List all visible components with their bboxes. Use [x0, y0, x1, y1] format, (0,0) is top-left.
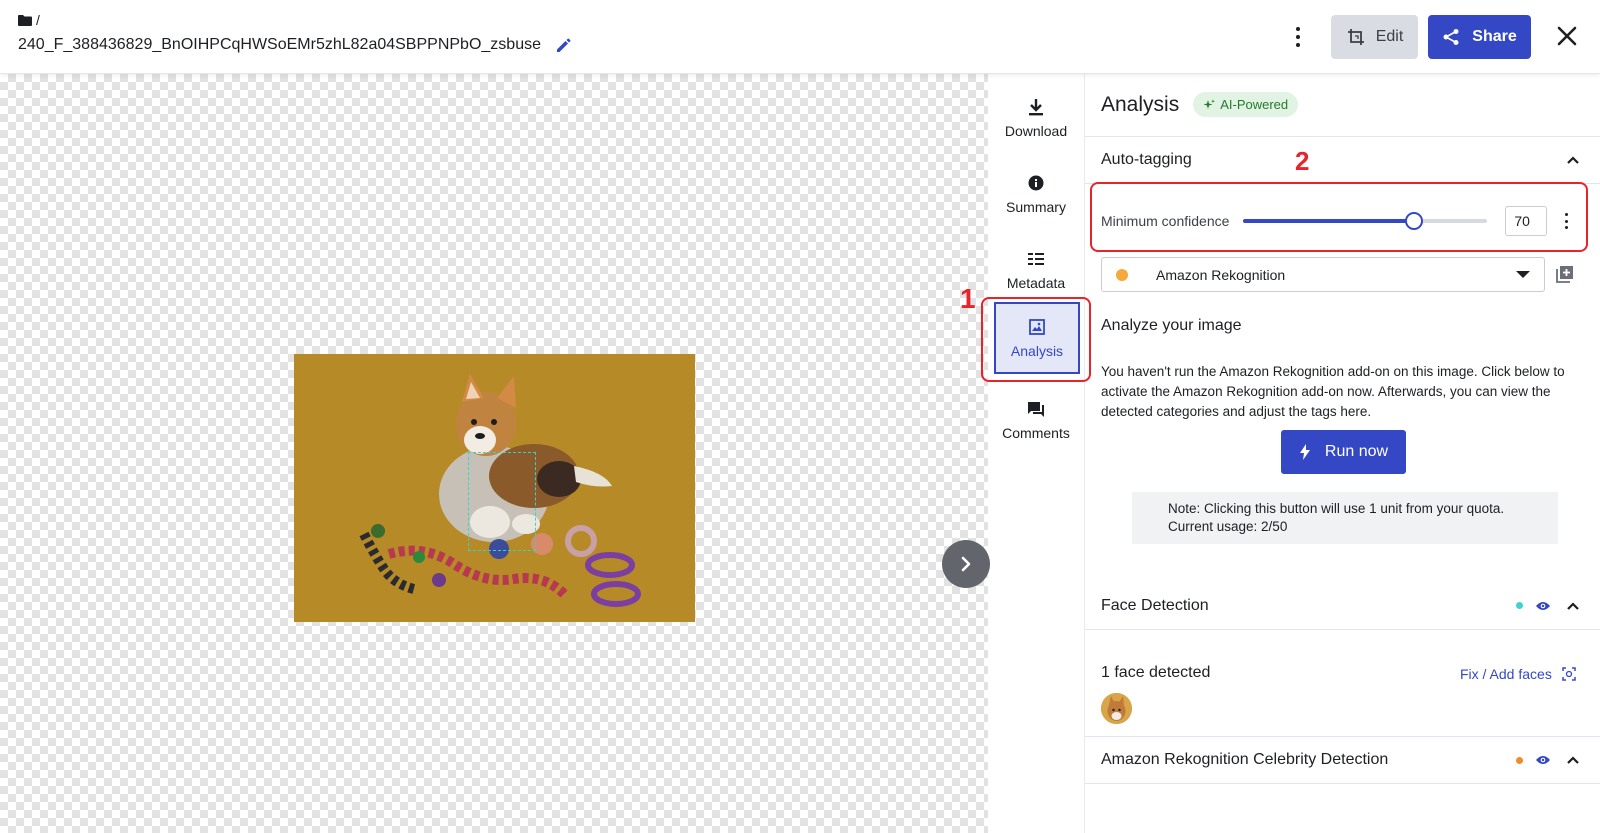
- more-options-button[interactable]: [1286, 24, 1310, 50]
- face-scan-icon: [1562, 667, 1576, 681]
- kebab-dot-icon: [1564, 213, 1568, 216]
- slider-thumb[interactable]: [1405, 212, 1424, 230]
- download-icon: [1029, 99, 1043, 116]
- auto-tagging-header[interactable]: Auto-tagging: [1085, 136, 1600, 184]
- provider-select[interactable]: Amazon Rekognition: [1101, 257, 1545, 292]
- fix-add-faces-link[interactable]: Fix / Add faces: [1460, 666, 1576, 682]
- kebab-dot-icon: [1296, 27, 1300, 31]
- caret-down-icon: [1516, 271, 1530, 278]
- face-thumbnail[interactable]: [1101, 693, 1132, 724]
- eye-icon[interactable]: [1535, 600, 1551, 612]
- face-thumbnail-image: [1101, 693, 1132, 724]
- kebab-dot-icon: [1564, 219, 1568, 223]
- breadcrumb-separator: /: [36, 12, 40, 28]
- analysis-icon: [1029, 319, 1045, 335]
- top-header: / 240_F_388436829_BnOIHPCqHWSoEMr5zhL82a…: [0, 0, 1600, 74]
- analysis-panel: Analysis AI-Powered Auto-tagging Minimum…: [1084, 74, 1600, 833]
- toolbar-item-summary[interactable]: Summary: [990, 158, 1082, 230]
- next-asset-button[interactable]: [942, 540, 990, 588]
- status-dot-icon: [1516, 756, 1523, 764]
- kebab-dot-icon: [1296, 35, 1300, 39]
- toolbar-item-comments[interactable]: Comments: [990, 384, 1082, 456]
- folder-icon: [18, 14, 32, 26]
- panel-title: Analysis: [1101, 92, 1180, 116]
- toolbar-item-download[interactable]: Download: [990, 82, 1082, 154]
- kebab-dot-icon: [1296, 43, 1300, 47]
- edit-button-label: Edit: [1375, 28, 1404, 45]
- crop-icon: [1347, 29, 1364, 45]
- face-detection-controls: [1516, 600, 1551, 612]
- run-now-button[interactable]: Run now: [1281, 430, 1406, 474]
- share-icon: [1443, 29, 1459, 45]
- face-detection-header[interactable]: Face Detection: [1085, 582, 1600, 630]
- pencil-icon[interactable]: [555, 36, 573, 54]
- annotation-number-2: 2: [1295, 146, 1310, 176]
- ai-badge-label: AI-Powered: [1220, 97, 1289, 112]
- sparkle-icon: [1203, 99, 1216, 109]
- image-canvas: [0, 74, 990, 833]
- celebrity-detection-controls: [1516, 754, 1551, 766]
- confidence-label: Minimum confidence: [1101, 213, 1230, 229]
- quota-note: Note: Clicking this button will use 1 un…: [1132, 492, 1558, 544]
- info-icon: [1028, 175, 1044, 191]
- breadcrumb[interactable]: /: [18, 12, 40, 28]
- section-title: Amazon Rekognition Celebrity Detection: [1101, 751, 1389, 768]
- chevron-up-icon[interactable]: [1565, 752, 1581, 768]
- toolbar-item-analysis[interactable]: Analysis: [994, 302, 1080, 374]
- toolbar-item-metadata[interactable]: Metadata: [990, 234, 1082, 306]
- slider-fill: [1243, 219, 1415, 223]
- toolbar-label: Download: [1004, 123, 1068, 139]
- status-dot-icon: [1516, 602, 1523, 609]
- analyze-title: Analyze your image: [1101, 317, 1242, 334]
- eye-icon[interactable]: [1535, 754, 1551, 766]
- toolbar-label: Summary: [1006, 199, 1066, 215]
- lightning-icon: [1299, 444, 1310, 460]
- comments-icon: [1028, 402, 1044, 417]
- provider-status-dot: [1116, 268, 1128, 281]
- celebrity-detection-header[interactable]: Amazon Rekognition Celebrity Detection: [1085, 736, 1600, 784]
- quota-note-line: Note: Clicking this button will use 1 un…: [1168, 501, 1505, 516]
- edit-button[interactable]: Edit: [1331, 15, 1418, 59]
- section-title: Auto-tagging: [1101, 151, 1192, 168]
- panel-header: Analysis AI-Powered: [1101, 92, 1299, 117]
- asset-filename: 240_F_388436829_BnOIHPCqHWSoEMr5zhL82a04…: [18, 36, 541, 53]
- confidence-options-button[interactable]: [1561, 213, 1571, 229]
- metadata-icon: [1028, 253, 1044, 265]
- confidence-slider[interactable]: [1243, 211, 1488, 231]
- ai-powered-badge: AI-Powered: [1193, 92, 1299, 117]
- faces-count: 1 face detected: [1101, 664, 1211, 681]
- chevron-up-icon[interactable]: [1565, 152, 1581, 168]
- confidence-row: Minimum confidence: [1101, 204, 1585, 238]
- run-now-label: Run now: [1324, 443, 1389, 460]
- section-title: Face Detection: [1101, 596, 1209, 614]
- face-detection-box[interactable]: [468, 452, 536, 551]
- toolbar-label: Analysis: [1010, 343, 1064, 359]
- share-button[interactable]: Share: [1428, 15, 1531, 59]
- side-toolbar: Download Summary Metadata Analysis Comme…: [988, 74, 1084, 833]
- provider-select-value: Amazon Rekognition: [1156, 266, 1286, 283]
- toolbar-label: Comments: [1002, 425, 1070, 441]
- share-button-label: Share: [1472, 28, 1517, 45]
- quota-usage-line: Current usage: 2/50: [1168, 519, 1288, 534]
- fix-add-faces-label: Fix / Add faces: [1460, 666, 1552, 682]
- kebab-dot-icon: [1564, 226, 1568, 229]
- annotation-number-1: 1: [960, 283, 976, 314]
- chevron-right-icon: [961, 556, 971, 572]
- toolbar-label: Metadata: [1006, 275, 1066, 291]
- analyze-description: You haven't run the Amazon Rekognition a…: [1101, 364, 1565, 419]
- close-icon[interactable]: [1553, 22, 1581, 50]
- confidence-input[interactable]: [1505, 206, 1548, 236]
- filename-row: 240_F_388436829_BnOIHPCqHWSoEMr5zhL82a04…: [18, 36, 573, 54]
- add-library-icon[interactable]: [1555, 264, 1575, 284]
- chevron-up-icon[interactable]: [1565, 598, 1581, 614]
